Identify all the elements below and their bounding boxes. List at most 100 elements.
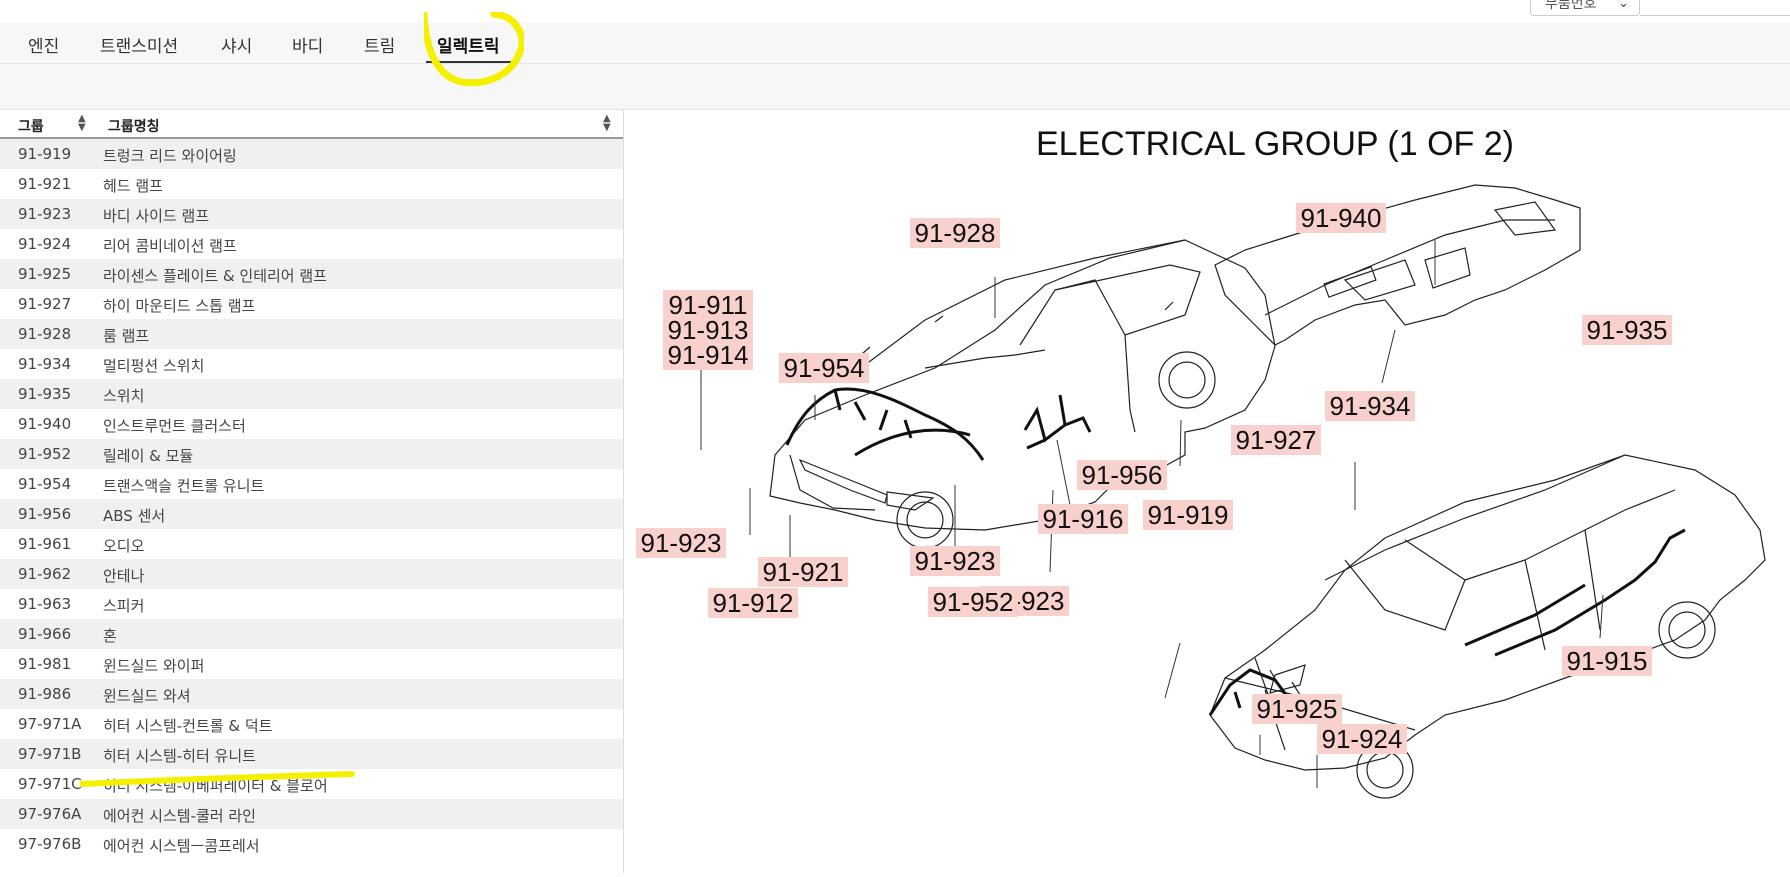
table-row[interactable]: 91-927 하이 마운티드 스톱 램프 [0,289,623,319]
table-row[interactable]: 91-966 혼 [0,619,623,649]
group-name: 헤드 램프 [103,177,163,195]
group-code: 91-921 [18,175,72,193]
group-name: 안테나 [103,567,145,585]
group-list-header: 그룹 ▲ ▼ 그룹명칭 ▲ ▼ [0,110,623,139]
table-row[interactable]: 91-952 릴레이 & 모듈 [0,439,623,469]
group-code: 91-966 [18,625,72,643]
group-name: 리어 콤비네이션 램프 [103,237,237,255]
group-code: 91-927 [18,295,72,313]
search-input[interactable] [1640,0,1790,16]
table-row[interactable]: 91-981 윈드실드 와이퍼 [0,649,623,679]
group-code: 91-963 [18,595,72,613]
table-row[interactable]: 91-956 ABS 센서 [0,499,623,529]
group-code: 97-976B [18,835,82,853]
table-row[interactable]: 91-954 트랜스액슬 컨트롤 유니트 [0,469,623,499]
table-row[interactable]: 97-971B 히터 시스템-히터 유니트 [0,739,623,769]
toolbar-area [0,64,1790,110]
diagram-panel: ELECTRICAL GROUP (1 OF 2) 91-928 91-940 … [625,110,1790,873]
table-row[interactable]: 91-962 안테나 [0,559,623,589]
table-row[interactable]: 97-971A 히터 시스템-컨트롤 & 덕트 [0,709,623,739]
group-name: 스피커 [103,597,145,615]
group-code: 91-986 [18,685,72,703]
group-name: 스위치 [103,387,145,405]
column-header-group[interactable]: 그룹 [18,116,44,136]
callout-label[interactable]: 91-923 [915,546,996,576]
sort-icon[interactable]: ▲ ▼ [603,114,611,133]
tab-body[interactable]: 바디 [292,32,323,57]
callout-label[interactable]: 91-927 [1236,425,1317,455]
callout-label[interactable]: 91-916 [1043,504,1124,534]
group-name: 오디오 [103,537,145,555]
callout-label[interactable]: 91-928 [915,218,996,248]
table-row[interactable]: 97-976B 에어컨 시스템ㅡ콤프레서 [0,829,623,859]
callout-label[interactable]: 91-925 [1257,694,1338,724]
table-row[interactable]: 91-921 헤드 램프 [0,169,623,199]
group-list-panel: 그룹 ▲ ▼ 그룹명칭 ▲ ▼ 91-919 트렁크 리드 와이어링 91-921 헤드 … [0,110,624,873]
group-name: 릴레이 & 모듈 [103,447,194,465]
callout-label[interactable]: 91-934 [1330,391,1411,421]
callout-label[interactable]: 91-914 [668,340,749,370]
callout-label[interactable]: 91-912 [713,588,794,618]
group-name: 에어컨 시스템-쿨러 라인 [103,807,256,825]
rear-car-illustration [1209,454,1766,799]
table-row[interactable]: 91-925 라이센스 플레이트 & 인테리어 램프 [0,259,623,289]
tab-trim[interactable]: 트림 [364,32,395,57]
group-name: 룸 램프 [103,327,150,345]
tab-transmission[interactable]: 트랜스미션 [100,32,178,57]
callout-label[interactable]: 91-935 [1587,315,1668,345]
group-code: 91-952 [18,445,72,463]
group-code: 91-924 [18,235,72,253]
table-row[interactable]: 91-924 리어 콤비네이션 램프 [0,229,623,259]
tab-chassis[interactable]: 샤시 [221,32,252,57]
tab-highlight-annotation [424,12,524,87]
callout-label[interactable]: 91-954 [784,353,865,383]
table-row[interactable]: 97-976A 에어컨 시스템-쿨러 라인 [0,799,623,829]
chevron-down-icon: ⌄ [1618,0,1629,11]
table-row[interactable]: 91-919 트렁크 리드 와이어링 [0,139,623,169]
top-strip: 부품번호 ⌄ [0,0,1790,22]
group-name: 혼 [103,627,117,645]
group-name: 하이 마운티드 스톱 램프 [103,297,256,315]
callout-label[interactable]: 91-919 [1148,500,1229,530]
table-row[interactable]: 91-935 스위치 [0,379,623,409]
group-code: 97-971A [18,715,82,733]
callout-label[interactable]: 91-915 [1567,646,1648,676]
callout-label[interactable]: 91-956 [1082,460,1163,490]
group-code: 91-925 [18,265,72,283]
callout-label[interactable]: 91-921 [763,557,844,587]
part-number-select[interactable]: 부품번호 ⌄ [1530,0,1640,16]
group-name: 인스트루먼트 클러스터 [103,417,246,435]
group-name: 트렁크 리드 와이어링 [103,147,237,165]
group-code: 97-976A [18,805,82,823]
group-name: 멀티펑션 스위치 [103,357,205,375]
table-row[interactable]: 91-934 멀티펑션 스위치 [0,349,623,379]
callout-label[interactable]: 91-940 [1301,203,1382,233]
table-row[interactable]: 91-986 윈드실드 와셔 [0,679,623,709]
group-name: 윈드실드 와셔 [103,687,191,705]
table-row[interactable]: 91-923 바디 사이드 램프 [0,199,623,229]
group-name: 라이센스 플레이트 & 인테리어 램프 [103,267,327,285]
callout-label[interactable]: 91-923 [641,528,722,558]
group-code: 97-971C [18,775,82,793]
group-code: 91-934 [18,355,72,373]
group-name: 윈드실드 와이퍼 [103,657,205,675]
table-row[interactable]: 91-940 인스트루먼트 클러스터 [0,409,623,439]
sort-icon[interactable]: ▲ ▼ [78,114,86,133]
table-row[interactable]: 91-963 스피커 [0,589,623,619]
group-code: 91-928 [18,325,72,343]
group-code: 91-940 [18,415,72,433]
callout-label[interactable]: 91-952 [933,587,1014,617]
group-name: 바디 사이드 램프 [103,207,210,225]
callout-label[interactable]: 91-924 [1322,724,1403,754]
tab-engine[interactable]: 엔진 [28,32,59,57]
group-list-rows: 91-919 트렁크 리드 와이어링 91-921 헤드 램프 91-923 바디 사이드… [0,139,623,859]
diagram-title: ELECTRICAL GROUP (1 OF 2) [1036,125,1514,163]
table-row[interactable]: 91-928 룸 램프 [0,319,623,349]
row-highlight-annotation [80,771,355,787]
callout-labels: 91-928 91-94091-91191-91391-914 91-95491-9… [636,203,1672,754]
table-row[interactable]: 91-961 오디오 [0,529,623,559]
front-car-harness [785,387,1092,461]
group-name: 히터 시스템-컨트롤 & 덕트 [103,717,273,735]
group-code: 97-971B [18,745,82,763]
column-header-group-name[interactable]: 그룹명칭 [108,116,160,136]
